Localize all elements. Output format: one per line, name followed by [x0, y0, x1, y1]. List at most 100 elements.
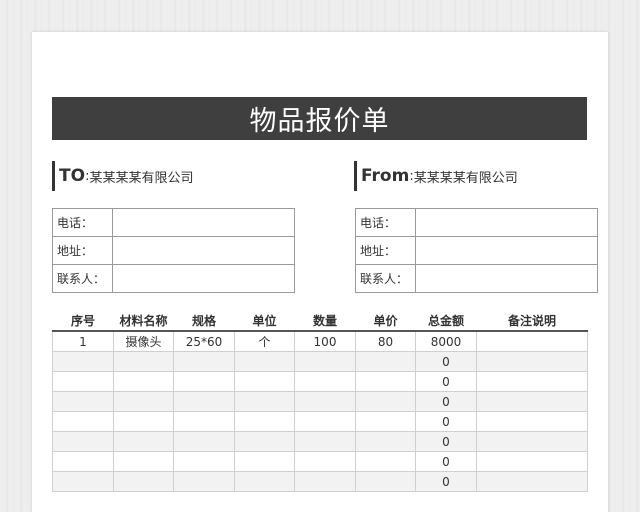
cell-index[interactable]: 1	[52, 330, 114, 352]
cell-unit[interactable]	[234, 431, 295, 452]
cell-unit-price[interactable]	[355, 371, 416, 392]
cell-total[interactable]: 0	[415, 451, 477, 472]
from-label: From	[361, 166, 410, 186]
cell-index[interactable]	[52, 391, 114, 412]
cell-material-name[interactable]	[113, 391, 174, 412]
cell-index[interactable]	[52, 451, 114, 472]
cell-total[interactable]: 0	[415, 431, 477, 452]
cell-remarks[interactable]	[476, 471, 588, 492]
header-material-name: 材料名称	[113, 310, 174, 332]
cell-unit[interactable]	[234, 371, 295, 392]
cell-spec[interactable]	[173, 371, 235, 392]
table-row: 0	[52, 391, 588, 412]
table-row: 0	[52, 411, 588, 432]
from-phone-label: 电话：	[355, 208, 416, 237]
table-row: 0	[52, 471, 588, 492]
from-phone-field[interactable]	[415, 208, 598, 237]
from-contact-row: 联系人：	[355, 264, 598, 293]
items-body: 1 摄像头 25*60 个 100 80 8000 0 0 0 0 0 0 0	[52, 330, 588, 492]
cell-unit[interactable]	[234, 391, 295, 412]
cell-remarks[interactable]	[476, 330, 588, 352]
cell-unit[interactable]: 个	[234, 330, 295, 352]
table-row: 0	[52, 431, 588, 452]
header-total: 总金额	[415, 310, 477, 332]
cell-quantity[interactable]	[294, 351, 356, 372]
cell-material-name[interactable]	[113, 411, 174, 432]
cell-unit[interactable]	[234, 411, 295, 432]
to-phone-field[interactable]	[112, 208, 295, 237]
cell-spec[interactable]	[173, 351, 235, 372]
cell-total[interactable]: 0	[415, 351, 477, 372]
cell-remarks[interactable]	[476, 391, 588, 412]
from-phone-row: 电话：	[355, 208, 598, 237]
cell-unit[interactable]	[234, 351, 295, 372]
cell-spec[interactable]: 25*60	[173, 330, 235, 352]
cell-material-name[interactable]	[113, 371, 174, 392]
cell-quantity[interactable]	[294, 451, 356, 472]
cell-spec[interactable]	[173, 411, 235, 432]
to-company: 某某某某有限公司	[89, 170, 194, 186]
cell-remarks[interactable]	[476, 371, 588, 392]
cell-unit-price[interactable]	[355, 351, 416, 372]
from-address-field[interactable]	[415, 236, 598, 265]
cell-unit-price[interactable]: 80	[355, 330, 416, 352]
cell-quantity[interactable]	[294, 431, 356, 452]
cell-material-name[interactable]	[113, 471, 174, 492]
cell-spec[interactable]	[173, 451, 235, 472]
from-contact-field[interactable]	[415, 264, 598, 293]
cell-unit-price[interactable]	[355, 391, 416, 412]
cell-spec[interactable]	[173, 391, 235, 412]
cell-quantity[interactable]	[294, 411, 356, 432]
cell-total[interactable]: 8000	[415, 330, 477, 352]
cell-total[interactable]: 0	[415, 471, 477, 492]
cell-material-name[interactable]: 摄像头	[113, 330, 174, 352]
cell-quantity[interactable]	[294, 391, 356, 412]
cell-unit-price[interactable]	[355, 471, 416, 492]
items-header-row: 序号 材料名称 规格 单位 数量 单价 总金额 备注说明	[52, 310, 588, 332]
to-contact-field[interactable]	[112, 264, 295, 293]
cell-total[interactable]: 0	[415, 391, 477, 412]
to-contact-row: 联系人：	[52, 264, 295, 293]
cell-index[interactable]	[52, 411, 114, 432]
to-address-label: 地址：	[52, 236, 113, 265]
items-table: 序号 材料名称 规格 单位 数量 单价 总金额 备注说明 1 摄像头 25*60 个 100 80 800…	[52, 310, 588, 492]
to-phone-label: 电话：	[52, 208, 113, 237]
quote-sheet: 物品报价单 TO: 某某某某有限公司 From: 某某某某有限公司 电话： 地址： …	[32, 32, 608, 512]
cell-unit[interactable]	[234, 451, 295, 472]
cell-index[interactable]	[52, 431, 114, 452]
cell-material-name[interactable]	[113, 431, 174, 452]
cell-index[interactable]	[52, 371, 114, 392]
header-remarks: 备注说明	[476, 310, 588, 332]
table-row: 0	[52, 351, 588, 372]
cell-quantity[interactable]: 100	[294, 330, 356, 352]
to-contact-label: 联系人：	[52, 264, 113, 293]
cell-unit-price[interactable]	[355, 411, 416, 432]
from-contact-label: 联系人：	[355, 264, 416, 293]
cell-spec[interactable]	[173, 431, 235, 452]
cell-remarks[interactable]	[476, 351, 588, 372]
header-unit-price: 单价	[355, 310, 416, 332]
from-party: From: 某某某某有限公司	[354, 161, 518, 191]
cell-index[interactable]	[52, 471, 114, 492]
cell-material-name[interactable]	[113, 351, 174, 372]
cell-total[interactable]: 0	[415, 411, 477, 432]
cell-unit-price[interactable]	[355, 431, 416, 452]
cell-remarks[interactable]	[476, 451, 588, 472]
cell-index[interactable]	[52, 351, 114, 372]
cell-quantity[interactable]	[294, 371, 356, 392]
cell-spec[interactable]	[173, 471, 235, 492]
to-address-row: 地址：	[52, 236, 295, 265]
cell-unit[interactable]	[234, 471, 295, 492]
to-address-field[interactable]	[112, 236, 295, 265]
to-contact-table: 电话： 地址： 联系人：	[52, 208, 295, 293]
document-title-bar: 物品报价单	[52, 97, 587, 140]
header-quantity: 数量	[294, 310, 356, 332]
cell-remarks[interactable]	[476, 411, 588, 432]
cell-remarks[interactable]	[476, 431, 588, 452]
cell-total[interactable]: 0	[415, 371, 477, 392]
cell-unit-price[interactable]	[355, 451, 416, 472]
cell-material-name[interactable]	[113, 451, 174, 472]
to-label: TO	[59, 166, 86, 186]
cell-quantity[interactable]	[294, 471, 356, 492]
document-title: 物品报价单	[249, 106, 390, 137]
